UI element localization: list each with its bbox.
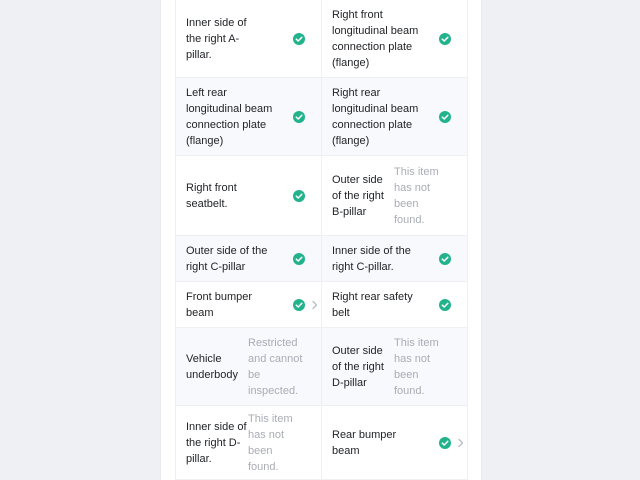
item-label: Outer side of the right B-pillar	[332, 173, 384, 218]
item-label: Front bumper beam	[186, 290, 253, 319]
item-label: Inner side of the right C-pillar.	[332, 244, 411, 273]
item-label: Right front seatbelt.	[186, 181, 237, 210]
check-circle-icon	[439, 298, 451, 311]
checklist-item: Inner side of the right C-pillar.	[322, 236, 468, 282]
check-circle-icon	[439, 32, 451, 45]
check-circle-icon	[293, 189, 305, 202]
checklist-item: Inner side of the right D-pillar. This i…	[176, 406, 322, 480]
checklist-item: Right front longitudinal beam connection…	[322, 0, 468, 78]
check-circle-icon	[293, 252, 305, 265]
item-label: Outer side of the right C-pillar	[186, 244, 268, 273]
item-label: Right rear longitudinal beam connection …	[332, 86, 419, 147]
chevron-right-icon[interactable]	[308, 298, 322, 312]
checklist-item-front-bumper[interactable]: Front bumper beam	[176, 282, 322, 328]
check-circle-icon	[439, 436, 451, 449]
item-label: Right rear safety belt	[332, 290, 413, 319]
item-label: Vehicle underbody	[186, 352, 238, 381]
inspection-checklist: Inner side of the right A-pillar. Right …	[175, 0, 468, 480]
checklist-item: Inner side of the right A-pillar.	[176, 0, 322, 78]
check-circle-icon	[439, 252, 451, 265]
inspection-page: Inner side of the right A-pillar. Right …	[160, 0, 482, 480]
item-label: Outer side of the right D-pillar	[332, 344, 384, 389]
checklist-item: Right rear longitudinal beam connection …	[322, 78, 468, 156]
item-label: Left rear longitudinal beam connection p…	[186, 86, 273, 147]
check-circle-icon	[293, 298, 305, 311]
item-label: Inner side of the right D-pillar.	[186, 420, 247, 465]
checklist-item: Right rear safety belt	[322, 282, 468, 328]
checklist-item: Left rear longitudinal beam connection p…	[176, 78, 322, 156]
checklist-item: Vehicle underbody Restricted and cannot …	[176, 328, 322, 406]
not-found-note: This item has not been found.	[394, 336, 439, 397]
check-circle-icon	[293, 32, 305, 45]
item-label: Right front longitudinal beam connection…	[332, 8, 419, 69]
chevron-right-icon[interactable]	[454, 436, 468, 450]
checklist-item: Outer side of the right C-pillar	[176, 236, 322, 282]
checklist-item: Outer side of the right D-pillar This it…	[322, 328, 468, 406]
not-found-note: This item has not been found.	[248, 412, 293, 473]
not-found-note: This item has not been found.	[394, 165, 439, 226]
check-circle-icon	[439, 110, 451, 123]
checklist-item: Right front seatbelt.	[176, 156, 322, 236]
checklist-item: Outer side of the right B-pillar This it…	[322, 156, 468, 236]
restricted-note: Restricted and cannot be inspected.	[248, 336, 303, 397]
check-circle-icon	[293, 110, 305, 123]
item-label: Inner side of the right A-pillar.	[186, 16, 247, 61]
item-label: Rear bumper beam	[332, 428, 397, 457]
checklist-item-rear-bumper[interactable]: Rear bumper beam	[322, 406, 468, 480]
